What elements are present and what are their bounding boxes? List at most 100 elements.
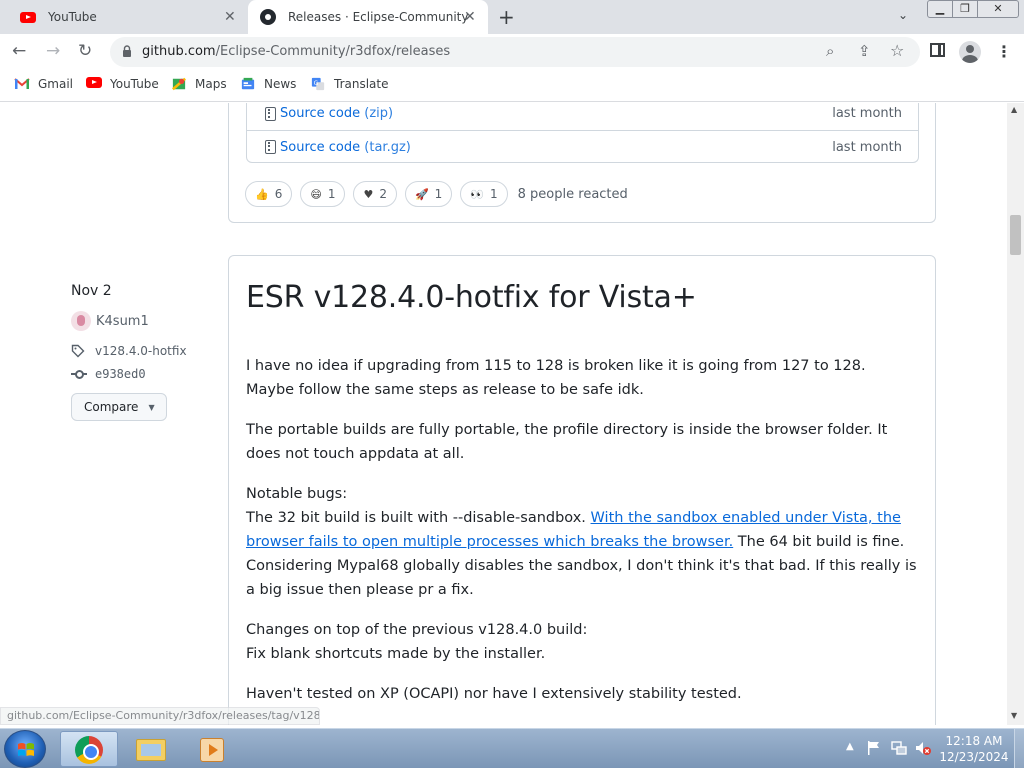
heart-icon: ♥	[363, 187, 374, 201]
author-link[interactable]: K4sum1	[71, 311, 149, 331]
compare-button[interactable]: Compare ▼	[71, 393, 167, 421]
thumbs-up-icon: 👍	[255, 187, 269, 201]
release-paragraph: Haven't tested on XP (OCAPI) nor have I …	[246, 686, 742, 702]
release-paragraph: The portable builds are fully portable, …	[246, 422, 888, 462]
release-title[interactable]: ESR v128.4.0-hotfix for Vista+	[246, 280, 697, 315]
restore-button[interactable]: ❐	[952, 0, 978, 18]
bookmark-gmail[interactable]: Gmail	[14, 77, 73, 91]
scroll-up-icon[interactable]: ▲	[1011, 105, 1017, 114]
bookmark-youtube[interactable]: YouTube	[86, 77, 159, 91]
tab-search-button[interactable]: ⌄	[898, 8, 908, 22]
windows-logo-icon	[18, 743, 34, 756]
reaction-summary[interactable]: 8 people reacted	[518, 187, 628, 202]
minimize-button[interactable]: ▁	[927, 0, 953, 18]
bookmark-label: Maps	[195, 77, 227, 91]
release-date: Nov 2	[71, 283, 112, 299]
tag-name: v128.4.0-hotfix	[95, 344, 187, 358]
search-icon[interactable]: ⌕	[826, 42, 834, 60]
asset-link[interactable]: Source code (zip)	[280, 106, 393, 121]
avatar	[71, 311, 91, 331]
system-clock[interactable]: 12:18 AM 12/23/2024	[938, 733, 1010, 765]
menu-button[interactable]: ⋮	[996, 42, 1012, 61]
tab-strip: YouTube ✕ Releases · Eclipse-Community/r…	[0, 0, 1024, 34]
taskbar: ▲ 12:18 AM 12/23/2024	[0, 728, 1024, 768]
reaction-laugh[interactable]: 😄 1	[300, 181, 346, 207]
clock-time: 12:18 AM	[945, 734, 1003, 748]
release-notes: I have no idea if upgrading from 115 to …	[246, 354, 918, 722]
reaction-heart[interactable]: ♥ 2	[353, 181, 397, 207]
commit-link[interactable]: e938ed0	[71, 367, 146, 381]
start-button[interactable]	[4, 730, 46, 768]
url-host: github.com	[142, 44, 216, 59]
svg-text:G: G	[314, 80, 319, 87]
link-status-bubble: github.com/Eclipse-Community/r3dfox/rele…	[0, 707, 320, 725]
close-icon[interactable]: ✕	[464, 9, 476, 25]
release-paragraph: Notable bugs: The 32 bit build is built …	[246, 486, 917, 598]
tab-releases[interactable]: Releases · Eclipse-Community/r3dfox ✕	[248, 0, 488, 34]
youtube-icon	[86, 77, 102, 91]
reaction-rocket[interactable]: 🚀 1	[404, 181, 453, 207]
folder-icon	[136, 739, 166, 761]
tab-title: YouTube	[48, 10, 97, 24]
bookmark-news[interactable]: News	[240, 77, 296, 91]
taskbar-media-player[interactable]	[184, 731, 242, 767]
lock-icon	[123, 45, 131, 57]
profile-avatar-button[interactable]	[959, 41, 981, 63]
volume-muted-icon[interactable]	[915, 740, 931, 756]
reload-button[interactable]: ↻	[78, 41, 92, 61]
window-close-button[interactable]: ✕	[977, 0, 1019, 18]
tag-link[interactable]: v128.4.0-hotfix	[71, 344, 187, 358]
scrollbar-thumb[interactable]	[1010, 215, 1021, 255]
url-path: /Eclipse-Community/r3dfox/releases	[215, 44, 451, 59]
forward-button[interactable]: →	[46, 41, 60, 61]
bookmark-translate[interactable]: G Translate	[310, 77, 389, 91]
scroll-down-icon[interactable]: ▼	[1011, 711, 1017, 720]
taskbar-explorer[interactable]	[122, 731, 180, 767]
author-name: K4sum1	[96, 313, 149, 329]
file-zip-icon	[265, 106, 276, 121]
action-center-flag-icon[interactable]	[866, 740, 882, 756]
tag-icon	[71, 344, 85, 358]
show-desktop-button[interactable]	[1014, 729, 1024, 768]
eyes-icon: 👀	[470, 187, 485, 201]
bookmark-maps[interactable]: Maps	[171, 77, 227, 91]
page-scrollbar[interactable]: ▲ ▼	[1007, 103, 1024, 725]
asset-date: last month	[832, 139, 902, 155]
reactions-bar: 👍 6 😄 1 ♥ 2 🚀 1 👀 1 8 people reacted	[245, 181, 628, 207]
reaction-eyes[interactable]: 👀 1	[460, 181, 508, 207]
bookmark-star-icon[interactable]: ☆	[890, 41, 904, 60]
release-card: ESR v128.4.0-hotfix for Vista+ I have no…	[228, 255, 936, 725]
gmail-icon	[14, 78, 30, 89]
show-hidden-icons-button[interactable]: ▲	[846, 741, 854, 752]
bookmark-label: News	[264, 77, 297, 91]
network-icon[interactable]	[891, 740, 907, 756]
share-icon[interactable]: ⇪	[858, 42, 871, 60]
youtube-icon	[20, 11, 36, 23]
page-viewport: Source code (zip) last month Source code…	[0, 103, 1007, 725]
taskbar-chrome[interactable]	[60, 731, 118, 767]
back-button[interactable]: ←	[12, 41, 26, 61]
close-icon[interactable]: ✕	[224, 9, 236, 25]
notable-bugs-heading: Notable bugs:	[246, 486, 348, 502]
media-player-icon	[200, 738, 224, 762]
asset-row[interactable]: Source code (zip) last month	[247, 103, 918, 130]
reaction-thumbs-up[interactable]: 👍 6	[245, 181, 293, 207]
laugh-icon: 😄	[310, 187, 322, 201]
browser-toolbar: ← → ↻ github.com/Eclipse-Community/r3dfo…	[0, 34, 1024, 70]
assets-list: Source code (zip) last month Source code…	[246, 103, 919, 163]
previous-release-card: Source code (zip) last month Source code…	[228, 103, 936, 223]
bookmark-label: Translate	[334, 77, 389, 91]
screen: YouTube ✕ Releases · Eclipse-Community/r…	[0, 0, 1024, 768]
compare-label: Compare	[84, 400, 139, 414]
bookmarks-bar: Gmail YouTube Maps News G Translate	[0, 70, 1024, 102]
side-panel-icon[interactable]	[930, 43, 945, 57]
tab-youtube[interactable]: YouTube ✕	[8, 0, 248, 34]
new-tab-button[interactable]: +	[498, 5, 515, 29]
address-bar[interactable]: github.com/Eclipse-Community/r3dfox/rele…	[110, 37, 920, 67]
translate-icon: G	[311, 77, 325, 91]
asset-link[interactable]: Source code (tar.gz)	[280, 140, 411, 155]
bookmark-label: YouTube	[110, 77, 159, 91]
file-zip-icon	[265, 140, 276, 154]
asset-row[interactable]: Source code (tar.gz) last month	[247, 130, 918, 163]
url-text: github.com/Eclipse-Community/r3dfox/rele…	[142, 44, 450, 59]
